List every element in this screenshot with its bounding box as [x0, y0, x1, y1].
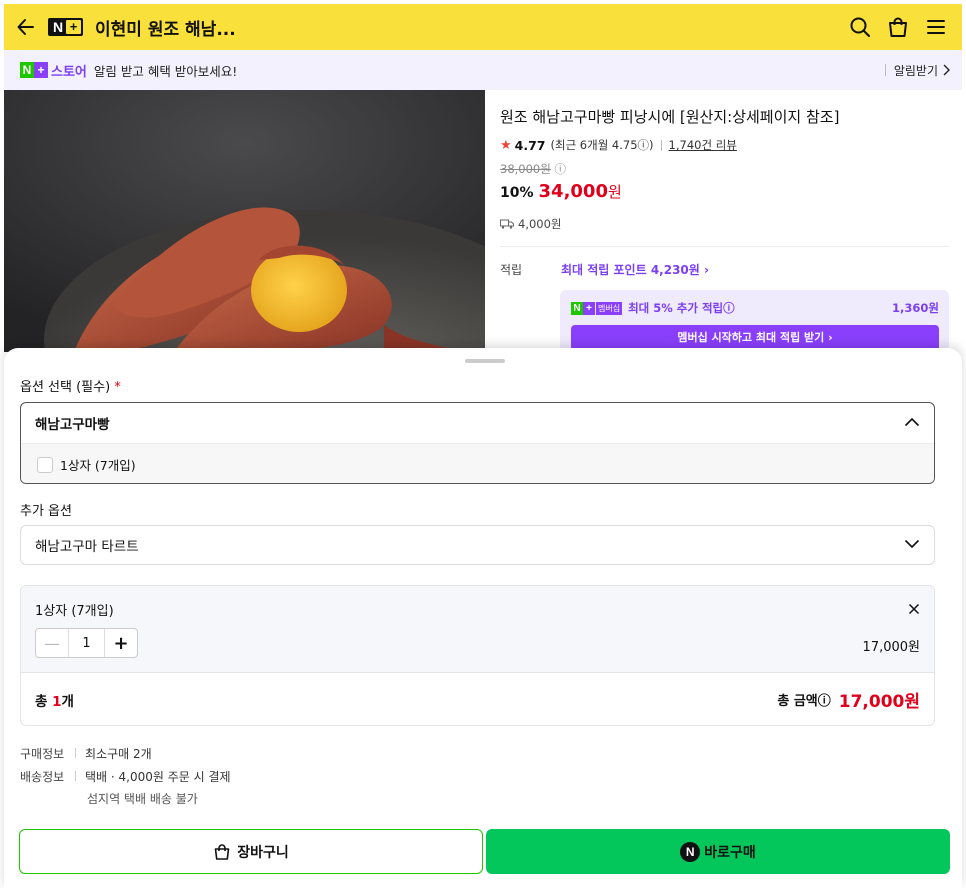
- notify-message: 알림 받고 혜택 받아보세요!: [93, 63, 238, 79]
- chevron-right-icon: [943, 64, 950, 76]
- drag-handle[interactable]: [465, 359, 505, 363]
- shopping-bag-icon: [214, 843, 230, 860]
- shipping-info: 배송정보 택배 · 4,000원 주문 시 결제: [20, 770, 231, 784]
- recent-rating: (최근 6개월 4.75ⓘ): [550, 138, 654, 152]
- product-title: 원조 해남고구마빵 피낭시에 [원산지:상세페이지 참조]: [500, 108, 840, 126]
- top-header: N + 이현미 원조 해남...: [4, 4, 962, 50]
- truck-icon: [500, 219, 514, 229]
- back-arrow-icon[interactable]: [4, 4, 48, 50]
- total-row: 총 1개 총 금액ⓘ 17,000원: [21, 672, 934, 725]
- increase-button[interactable]: +: [104, 629, 137, 657]
- max-points-link[interactable]: 최대 적립 포인트 4,230원 ›: [561, 261, 709, 278]
- purchase-info: 구매정보 최소구매 2개: [20, 747, 152, 761]
- menu-icon[interactable]: [924, 15, 948, 39]
- points-row: 적립 최대 적립 포인트 4,230원 ›: [500, 261, 950, 278]
- total-amount-group: 총 금액ⓘ 17,000원: [777, 687, 920, 712]
- header-icons: [848, 15, 962, 39]
- info-icon[interactable]: ⓘ: [554, 162, 566, 176]
- review-count-link[interactable]: 1,740건 리뷰: [669, 137, 737, 153]
- option-checkbox[interactable]: [37, 456, 53, 473]
- price-row: 10% 34,000 원: [500, 181, 950, 202]
- sweet-potato-image: [4, 90, 485, 352]
- notification-banner: N + 스토어 알림 받고 혜택 받아보세요! 알림받기: [4, 50, 962, 90]
- original-price: 38,000원: [500, 162, 551, 176]
- buy-now-button[interactable]: N 바로구매: [486, 829, 950, 874]
- option-select: 해남고구마빵 1상자 (7개입): [20, 402, 935, 484]
- search-icon[interactable]: [848, 15, 872, 39]
- divider: [660, 139, 662, 151]
- option-bottom-sheet: 옵션 선택 (필수) * 해남고구마빵 1상자 (7개입) 추가 옵션 해남고구…: [4, 348, 962, 888]
- nplus-membership-badge: N + 멤버십: [571, 301, 623, 315]
- page-title: 이현미 원조 해남...: [95, 19, 236, 40]
- shipping-row: 4,000원: [500, 216, 950, 232]
- additional-option-label: 추가 옵션: [20, 504, 72, 519]
- membership-extra: 최대 5% 추가 적립ⓘ: [628, 301, 735, 315]
- rating-score: 4.77: [514, 137, 546, 153]
- original-price-row: 38,000원 ⓘ: [500, 161, 950, 177]
- option-select-header[interactable]: 해남고구마빵: [21, 403, 934, 443]
- option-item[interactable]: 1상자 (7개입): [21, 443, 934, 483]
- selected-item: 1상자 (7개입) — 1 + 17,000원: [21, 586, 934, 672]
- naver-pay-icon: N: [680, 841, 701, 862]
- selected-items-box: 1상자 (7개입) — 1 + 17,000원 총 1개 총 금액ⓘ 17,00…: [20, 585, 935, 726]
- chevron-down-icon: [904, 537, 920, 553]
- chevron-up-icon: [904, 415, 920, 431]
- total-count: 총 1개: [35, 693, 74, 710]
- discount-rate: 10%: [500, 185, 534, 201]
- total-amount: 17,000원: [838, 692, 920, 712]
- divider: [884, 64, 886, 76]
- divider: [75, 771, 76, 781]
- naver-plus-logo[interactable]: N +: [48, 18, 83, 36]
- additional-option-select[interactable]: 해남고구마 타르트: [20, 525, 935, 565]
- total-amount-label: 총 금액ⓘ: [777, 694, 831, 709]
- decrease-button[interactable]: —: [36, 629, 69, 657]
- membership-row: N + 멤버십 최대 5% 추가 적립ⓘ 1,360원: [571, 300, 939, 316]
- selected-item-name: 1상자 (7개입): [35, 604, 114, 619]
- divider: [500, 246, 950, 247]
- store-label: 스토어: [51, 64, 87, 80]
- rating-row: ★ 4.77 (최근 6개월 4.75ⓘ) 1,740건 리뷰: [500, 137, 950, 153]
- quantity-value[interactable]: 1: [69, 629, 104, 657]
- required-mark: *: [114, 380, 121, 395]
- sale-price: 34,000: [538, 181, 608, 202]
- points-label: 적립: [500, 263, 523, 277]
- shipping-note: 섬지역 택배 배송 불가: [87, 792, 198, 806]
- star-icon: ★: [500, 137, 512, 153]
- divider: [75, 748, 76, 758]
- shopping-bag-icon[interactable]: [886, 15, 910, 39]
- price-unit: 원: [607, 183, 622, 201]
- close-icon[interactable]: [908, 600, 920, 619]
- quantity-stepper: — 1 +: [35, 628, 138, 658]
- item-price: 17,000원: [862, 640, 920, 655]
- nplus-store-logo: N +: [20, 62, 48, 78]
- membership-amount: 1,360원: [892, 301, 939, 315]
- shipping-fee: 4,000원: [518, 217, 562, 231]
- product-info: 원조 해남고구마빵 피낭시에 [원산지:상세페이지 참조] ★ 4.77 (최근…: [500, 90, 950, 278]
- product-image[interactable]: [4, 90, 485, 352]
- notify-button[interactable]: 알림받기: [884, 62, 962, 79]
- option-label: 옵션 선택 (필수) *: [20, 380, 121, 395]
- add-to-cart-button[interactable]: 장바구니: [19, 829, 483, 874]
